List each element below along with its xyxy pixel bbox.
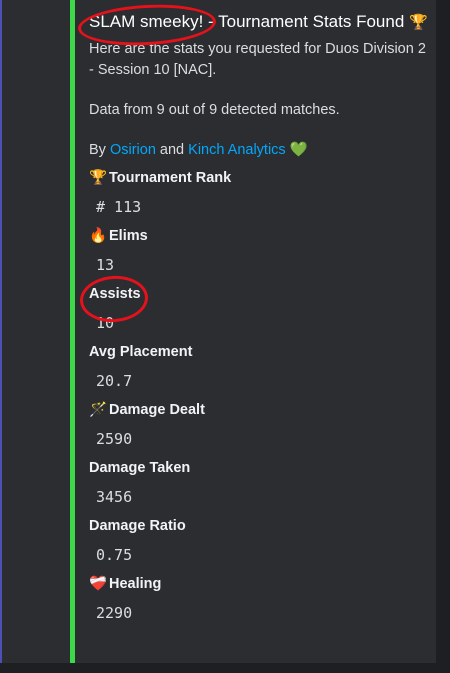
- trophy-icon: 🏆: [89, 170, 108, 186]
- green-heart-icon: 💚: [289, 142, 308, 158]
- embed-credits: By Osirion and Kinch Analytics 💚: [89, 140, 429, 161]
- embed-content: SLAM smeeky! - Tournament Stats Found 🏆 …: [89, 10, 429, 631]
- field-label: Damage Dealt: [109, 402, 205, 418]
- embed-title[interactable]: SLAM smeeky! - Tournament Stats Found 🏆: [89, 10, 429, 35]
- field-name-assists: Assists: [89, 283, 429, 305]
- field-value-healing: 2290: [96, 604, 133, 622]
- field-name-damage-dealt: 🪄 Damage Dealt: [89, 399, 429, 421]
- field-value-damage-dealt: 2590: [96, 430, 133, 448]
- embed-match-count: Data from 9 out of 9 detected matches.: [89, 102, 340, 118]
- field-name-damage-taken: Damage Taken: [89, 457, 429, 479]
- field-value-avg-placement: 20.7: [96, 372, 133, 390]
- field-value-assists: 10: [96, 314, 115, 332]
- field-value-damage-ratio: 0.75: [96, 546, 133, 564]
- field-name-elims: 🔥 Elims: [89, 225, 429, 247]
- credits-prefix: By: [89, 142, 106, 158]
- credits-and: and: [159, 142, 185, 158]
- kinch-analytics-link[interactable]: Kinch Analytics: [188, 142, 286, 158]
- mending-heart-icon: ❤️‍🩹: [89, 576, 108, 592]
- field-label: Avg Placement: [89, 344, 193, 360]
- field-value-damage-taken: 3456: [96, 488, 133, 506]
- embed-fields: 🏆 Tournament Rank # 113 🔥 Elims 13 Assists 10 Av…: [89, 167, 429, 631]
- embed-description: Here are the stats you requested for Duo…: [89, 41, 426, 78]
- field-name-damage-ratio: Damage Ratio: [89, 515, 429, 537]
- right-gutter: [436, 0, 450, 673]
- field-value-elims: 13: [96, 256, 115, 274]
- screenshot-frame: SLAM smeeky! - Tournament Stats Found 🏆 …: [0, 0, 450, 673]
- bottom-bar: [0, 663, 450, 673]
- field-value-tournament-rank: # 113: [96, 198, 142, 216]
- embed-title-text[interactable]: SLAM smeeky! - Tournament Stats Found: [89, 12, 404, 31]
- magic-wand-icon: 🪄: [89, 402, 108, 418]
- field-label: Damage Taken: [89, 460, 191, 476]
- osirion-link[interactable]: Osirion: [110, 142, 156, 158]
- message-gutter: [2, 0, 70, 663]
- field-label: Damage Ratio: [89, 518, 186, 534]
- field-name-avg-placement: Avg Placement: [89, 341, 429, 363]
- field-label: Elims: [109, 228, 148, 244]
- field-label: Assists: [89, 286, 141, 302]
- trophy-icon: 🏆: [409, 14, 428, 31]
- field-name-tournament-rank: 🏆 Tournament Rank: [89, 167, 429, 189]
- field-label: Healing: [109, 576, 162, 592]
- fire-icon: 🔥: [89, 228, 108, 244]
- field-name-healing: ❤️‍🩹 Healing: [89, 573, 429, 595]
- field-label: Tournament Rank: [109, 170, 232, 186]
